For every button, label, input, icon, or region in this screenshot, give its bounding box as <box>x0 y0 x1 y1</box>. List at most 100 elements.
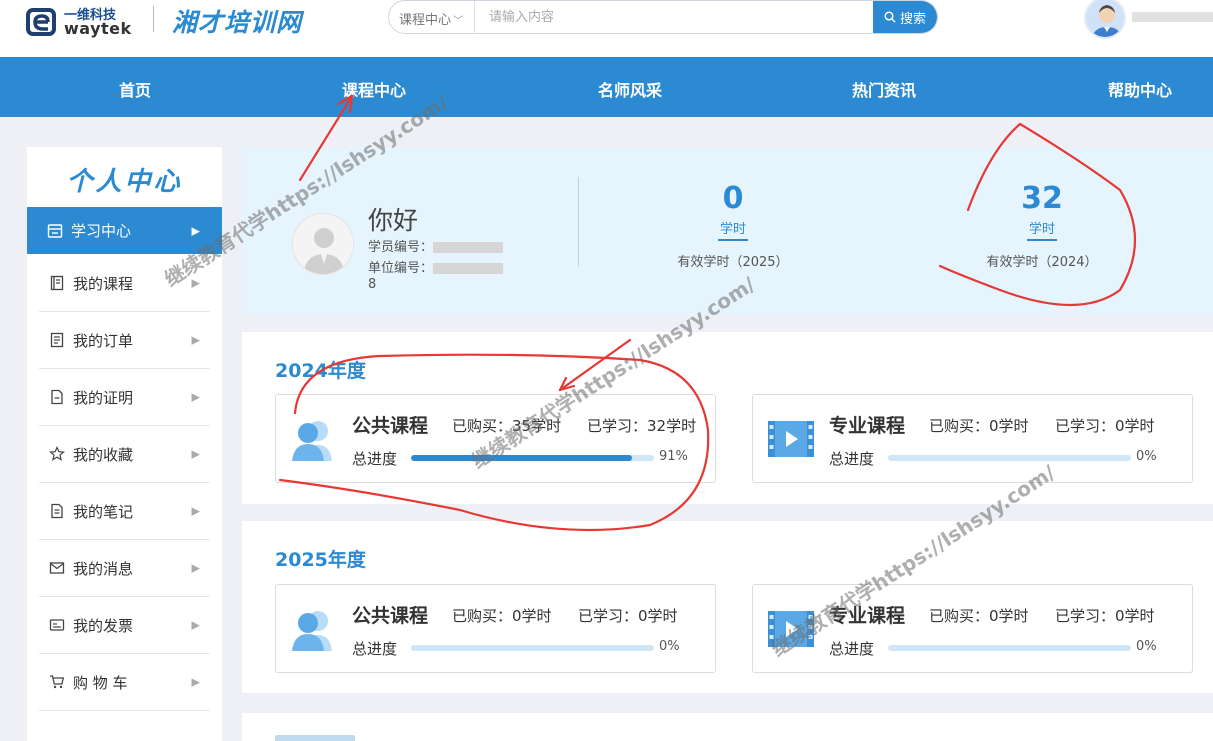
mail-icon <box>49 560 65 576</box>
welcome-divider <box>578 177 579 267</box>
sidebar-item-label: 学习中心 <box>71 222 132 240</box>
year-panel-2024: 2024年度 公共课程 已购买：35学时 已学习：32学时 总进度 91% 专业… <box>242 332 1213 504</box>
sidebar-item-my-messages[interactable]: 我的消息 ▶ <box>39 540 210 597</box>
sidebar-item-my-favorites[interactable]: 我的收藏 ▶ <box>39 426 210 483</box>
sidebar-item-my-orders[interactable]: 我的订单 ▶ <box>39 312 210 369</box>
search-bar: 课程中心﹀ 搜索 <box>388 0 938 34</box>
progress-label: 总进度 <box>829 640 875 658</box>
cart-icon <box>49 674 65 690</box>
logo-english-text: waytek <box>64 19 132 38</box>
stat-caption: 有效学时（2025） <box>677 255 789 270</box>
certificate-icon <box>49 389 65 405</box>
sidebar-item-my-notes[interactable]: 我的笔记 ▶ <box>39 483 210 540</box>
year-title-partial <box>275 735 355 741</box>
course-name: 公共课程 <box>352 605 429 627</box>
stat-value: 0 <box>722 181 744 216</box>
chevron-right-icon: ▶ <box>191 224 200 237</box>
search-category-select[interactable]: 课程中心 ﹀ <box>399 9 463 28</box>
invoice-icon <box>49 617 65 633</box>
user-avatar[interactable] <box>1084 0 1126 39</box>
site-brand-title[interactable]: 湘才培训网 <box>172 3 302 39</box>
sidebar-item-label: 我的订单 <box>73 331 134 350</box>
nav-item-help[interactable]: 帮助中心 <box>1108 77 1172 101</box>
book-icon <box>49 275 65 291</box>
student-id-label: 学员编号： <box>368 240 434 255</box>
stat-unit-link[interactable]: 学时 <box>1026 218 1057 241</box>
sidebar: 个人中心 学习中心 ▶ 我的课程 ▶ 我的订单 ▶ 我的证明 ▶ 我的收藏 ▶ … <box>27 147 222 741</box>
sidebar-item-cart[interactable]: 购 物 车 ▶ <box>39 654 210 711</box>
sidebar-item-label: 购 物 车 <box>73 673 128 692</box>
user-avatar-icon <box>1086 0 1124 37</box>
stat-value: 32 <box>1021 181 1063 216</box>
year-title: 2024年度 <box>275 360 366 382</box>
waytek-logo[interactable]: 一维科技 waytek <box>26 4 136 38</box>
chevron-right-icon: ▶ <box>191 333 200 347</box>
course-purchased: 已购买：0学时 <box>452 607 552 625</box>
chevron-right-icon: ▶ <box>191 675 200 689</box>
sidebar-item-my-invoices[interactable]: 我的发票 ▶ <box>39 597 210 654</box>
progress-percent: 0% <box>1136 449 1157 464</box>
sidebar-item-my-certificates[interactable]: 我的证明 ▶ <box>39 369 210 426</box>
course-studied: 已学习：0学时 <box>578 607 678 625</box>
chevron-right-icon: ▶ <box>191 447 200 461</box>
main-nav: 首页 课程中心 名师风采 热门资讯 帮助中心 <box>0 57 1213 117</box>
chevron-right-icon: ▶ <box>191 504 200 518</box>
sidebar-item-label: 我的证明 <box>73 388 134 407</box>
progress-bar <box>411 645 654 651</box>
progress-percent: 91% <box>659 449 688 464</box>
progress-bar <box>411 455 654 461</box>
stat-caption: 有效学时（2024） <box>986 255 1098 270</box>
unit-id-redacted <box>433 263 504 274</box>
course-card-public-2025[interactable]: 公共课程 已购买：0学时 已学习：0学时 总进度 0% <box>275 584 716 673</box>
sidebar-item-label: 我的发票 <box>73 616 134 635</box>
chevron-right-icon: ▶ <box>191 561 200 575</box>
progress-label: 总进度 <box>352 450 398 468</box>
search-category-label: 课程中心 <box>399 13 452 28</box>
course-purchased: 已购买：0学时 <box>929 417 1029 435</box>
search-button-label: 搜索 <box>899 11 926 27</box>
search-button[interactable]: 搜索 <box>873 1 937 33</box>
unit-id-row: 单位编号： <box>368 257 504 276</box>
learning-center-icon <box>47 223 63 239</box>
chevron-right-icon: ▶ <box>191 618 200 632</box>
sidebar-title: 个人中心 <box>66 167 183 197</box>
username-redacted <box>1132 12 1213 22</box>
course-name: 公共课程 <box>352 415 429 437</box>
student-avatar-icon <box>293 214 353 274</box>
search-input[interactable] <box>489 1 869 33</box>
student-id-row: 学员编号： <box>368 236 504 255</box>
course-studied: 已学习：32学时 <box>587 417 697 435</box>
year-panel-next <box>242 713 1213 741</box>
course-studied: 已学习：0学时 <box>1055 607 1155 625</box>
top-header: 一维科技 waytek 湘才培训网 课程中心﹀ 搜索 <box>0 0 1213 57</box>
progress-bar-fill <box>411 455 633 461</box>
nav-item-news[interactable]: 热门资讯 <box>852 77 916 101</box>
sidebar-item-label: 我的课程 <box>73 274 134 293</box>
student-avatar <box>292 213 354 275</box>
chevron-right-icon: ▶ <box>191 390 200 404</box>
progress-label: 总进度 <box>352 640 398 658</box>
progress-label: 总进度 <box>829 450 875 468</box>
order-icon <box>49 332 65 348</box>
sidebar-item-label: 我的收藏 <box>73 445 134 464</box>
nav-item-teachers[interactable]: 名师风采 <box>598 77 662 101</box>
course-studied: 已学习：0学时 <box>1055 417 1155 435</box>
year-title: 2025年度 <box>275 549 366 571</box>
progress-percent: 0% <box>659 639 680 654</box>
nav-item-home[interactable]: 首页 <box>119 77 151 101</box>
stat-unit-link[interactable]: 学时 <box>717 218 748 241</box>
course-purchased: 已购买：0学时 <box>929 607 1029 625</box>
progress-bar <box>888 455 1131 461</box>
year-panel-2025: 2025年度 公共课程 已购买：0学时 已学习：0学时 总进度 0% 专业课程 … <box>242 521 1213 693</box>
waytek-logo-mark-icon <box>26 8 56 36</box>
nav-item-course-center[interactable]: 课程中心 <box>342 77 406 101</box>
people-icon <box>292 421 332 461</box>
course-card-professional-2024[interactable]: 专业课程 已购买：0学时 已学习：0学时 总进度 0% <box>752 394 1193 483</box>
sidebar-item-label: 我的消息 <box>73 559 134 578</box>
greeting-text: 你好 <box>368 206 419 235</box>
search-divider <box>474 1 475 33</box>
unit-id-tail: 8 <box>368 277 377 292</box>
video-icon <box>768 421 814 457</box>
people-icon <box>292 611 332 651</box>
star-icon <box>49 446 65 462</box>
